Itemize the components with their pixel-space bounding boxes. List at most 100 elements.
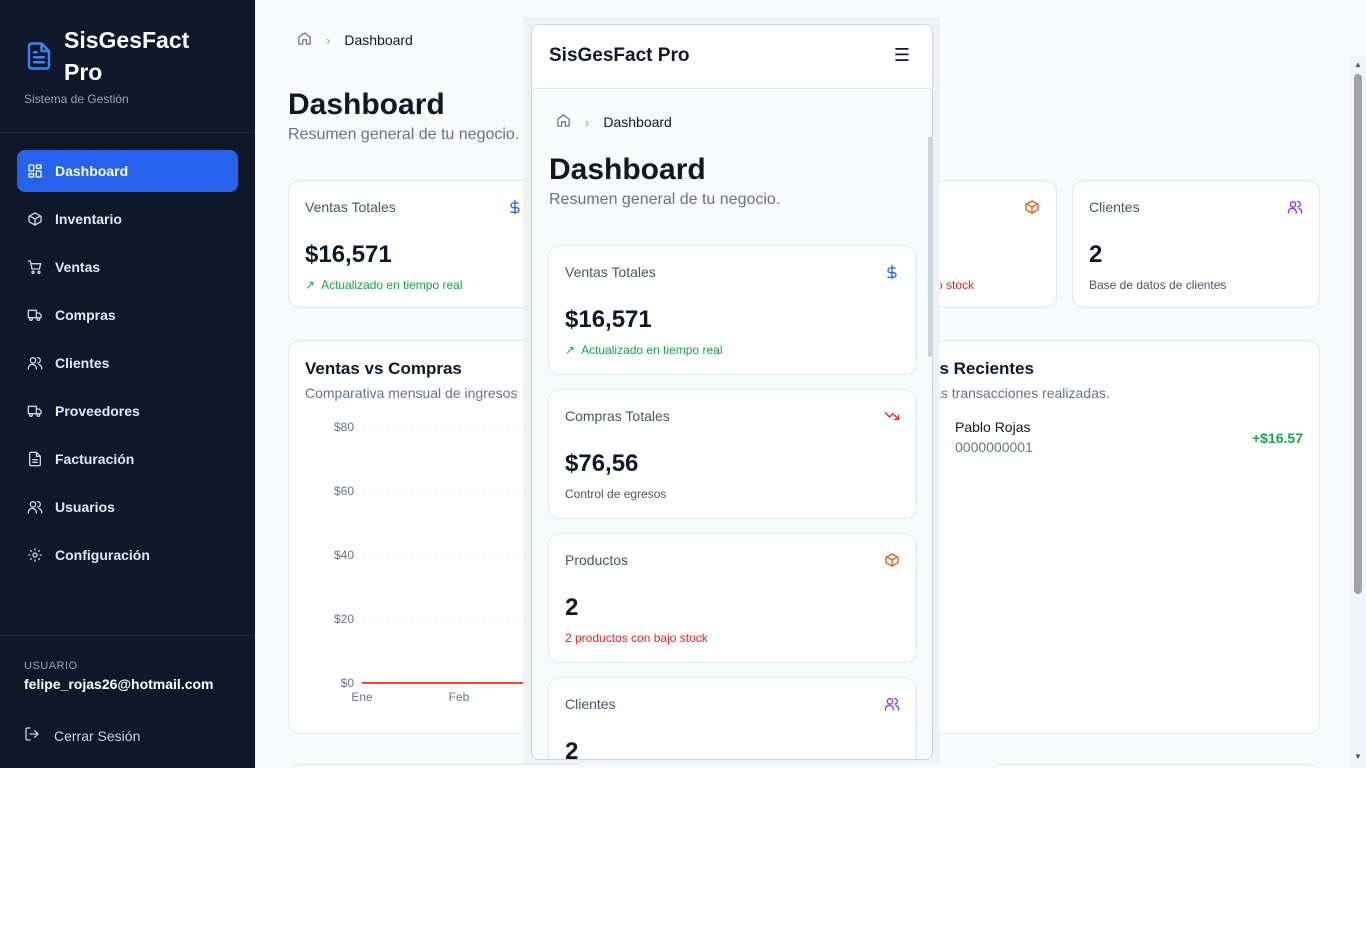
transaction-amount: +$16.57 <box>1252 430 1303 446</box>
scroll-down-icon[interactable]: ▼ <box>1354 752 1362 761</box>
user-email: felipe_rojas26@hotmail.com <box>24 676 214 692</box>
stat-value: 2 <box>565 594 579 621</box>
y-tick-label: $80 <box>334 420 354 434</box>
brand-subtitle: Sistema de Gestión <box>24 92 129 106</box>
arrow-up-right-icon: ↗ <box>305 278 316 292</box>
dollar-icon <box>507 199 523 215</box>
page-scrollbar[interactable]: ▲ ▼ <box>1350 56 1366 768</box>
stat-label: Clientes <box>565 696 616 712</box>
y-tick-label: $40 <box>334 548 354 562</box>
grid-icon <box>27 163 43 179</box>
scroll-up-icon[interactable]: ▲ <box>1354 60 1362 69</box>
chevron-right-icon: › <box>326 32 331 48</box>
sidebar-item-label: Clientes <box>55 355 110 371</box>
recent-subtitle: las transacciones realizadas. <box>930 385 1110 401</box>
chevron-right-icon: › <box>585 114 590 130</box>
page-title: Dashboard <box>549 153 706 186</box>
users-icon <box>27 499 43 515</box>
stat-note: Base de datos de clientes <box>1089 278 1227 292</box>
menu-icon[interactable]: ☰ <box>894 45 910 66</box>
breadcrumb: › Dashboard <box>556 113 672 131</box>
sidebar-item-label: Ventas <box>55 259 101 275</box>
page-subtitle: Resumen general de tu negocio. <box>288 126 520 143</box>
sidebar-item-label: Proveedores <box>55 403 140 419</box>
stat-card-sales: Ventas Totales $16,571 ↗ Actualizado en t… <box>288 180 540 308</box>
home-icon[interactable] <box>556 113 571 131</box>
stat-label: Clientes <box>1089 199 1140 215</box>
scrollbar-thumb[interactable] <box>1354 74 1362 594</box>
stat-card-clients: Clientes 2 <box>548 677 917 760</box>
mobile-scrollbar[interactable] <box>928 137 932 357</box>
sidebar-item-dashboard[interactable]: Dashboard <box>17 150 238 192</box>
divider <box>0 635 255 636</box>
cart-icon <box>27 259 43 275</box>
logout-icon <box>24 726 54 745</box>
page-subtitle: Resumen general de tu negocio. <box>549 191 781 208</box>
sidebar-item-compras[interactable]: Compras <box>17 294 238 336</box>
y-tick-label: $0 <box>341 676 355 690</box>
brand-title: SisGesFact Pro <box>64 27 190 85</box>
page-title: Dashboard <box>288 88 445 121</box>
arrow-up-right-icon: ↗ <box>565 343 576 357</box>
breadcrumb-current: Dashboard <box>344 32 413 48</box>
truck-icon <box>27 307 43 323</box>
sidebar-item-configuracion[interactable]: Configuración <box>17 534 238 576</box>
package-icon <box>1024 199 1040 215</box>
stat-value: $16,571 <box>565 306 652 333</box>
users-icon <box>884 696 900 712</box>
trending-down-icon <box>884 408 900 424</box>
home-icon[interactable] <box>297 31 312 49</box>
stat-label: Compras Totales <box>565 408 670 424</box>
recent-transactions-panel: as Recientes las transacciones realizada… <box>895 340 1320 734</box>
stat-note-text: Actualizado en tiempo real <box>321 278 463 292</box>
sidebar-item-label: Dashboard <box>55 163 129 179</box>
sidebar-item-inventario[interactable]: Inventario <box>17 198 238 240</box>
sidebar-item-label: Compras <box>55 307 116 323</box>
stat-value: 2 <box>565 738 579 760</box>
stat-label: Ventas Totales <box>305 199 396 215</box>
stat-note-text: Actualizado en tiempo real <box>581 343 723 357</box>
stat-card-clients: Clientes 2 Base de datos de clientes <box>1072 180 1320 308</box>
x-tick-label: Ene <box>351 690 373 704</box>
stat-note: ↗ Actualizado en tiempo real <box>565 343 722 357</box>
sidebar: SisGesFact Pro Sistema de Gestión Dashbo… <box>0 0 255 768</box>
breadcrumb-current: Dashboard <box>603 114 672 130</box>
stat-card-products: Productos 2 2 productos con bajo stock <box>548 533 917 663</box>
recent-title: as Recientes <box>930 359 1034 378</box>
transaction-name: Pablo Rojas <box>955 419 1031 435</box>
app-viewport: SisGesFact Pro Sistema de Gestión Dashbo… <box>0 0 1366 768</box>
divider <box>0 132 255 133</box>
sidebar-item-facturacion[interactable]: Facturación <box>17 438 238 480</box>
users-icon <box>27 355 43 371</box>
sidebar-item-usuarios[interactable]: Usuarios <box>17 486 238 528</box>
sidebar-item-proveedores[interactable]: Proveedores <box>17 390 238 432</box>
sidebar-item-clientes[interactable]: Clientes <box>17 342 238 384</box>
stat-value: $76,56 <box>565 450 639 477</box>
bottom-card <box>288 764 588 768</box>
x-tick-label: Feb <box>449 690 470 704</box>
y-tick-label: $60 <box>334 484 354 498</box>
stat-label: Productos <box>565 552 629 568</box>
brand[interactable]: SisGesFact Pro Sistema de Gestión <box>24 24 244 112</box>
user-label: USUARIO <box>24 660 78 672</box>
stat-note: o stock <box>936 278 975 292</box>
sidebar-nav: Dashboard Inventario Ventas Compras Clie… <box>17 150 238 582</box>
user-block: USUARIO felipe_rojas26@hotmail.com <box>24 660 214 692</box>
bottom-card <box>988 764 1320 768</box>
stat-note: 2 productos con bajo stock <box>565 631 708 645</box>
sidebar-item-label: Configuración <box>55 547 150 563</box>
document-icon <box>24 40 54 72</box>
breadcrumb: › Dashboard <box>297 31 413 49</box>
mobile-preview: SisGesFact Pro ☰ › Dashboard Dashboard R… <box>523 18 940 764</box>
gear-icon <box>27 547 43 563</box>
logout-button[interactable]: Cerrar Sesión <box>24 726 140 745</box>
stat-value: 2 <box>1089 241 1103 268</box>
box-icon <box>27 211 43 227</box>
sidebar-item-ventas[interactable]: Ventas <box>17 246 238 288</box>
stat-card-sales: Ventas Totales $16,571 ↗ Actualizado en t… <box>548 245 917 375</box>
transaction-doc: 0000000001 <box>955 439 1033 455</box>
stat-card-purchases: Compras Totales $76,56 Control de egreso… <box>548 389 917 519</box>
stat-label: Ventas Totales <box>565 264 656 280</box>
stat-note: ↗ Actualizado en tiempo real <box>305 278 462 292</box>
y-tick-label: $20 <box>334 612 354 626</box>
